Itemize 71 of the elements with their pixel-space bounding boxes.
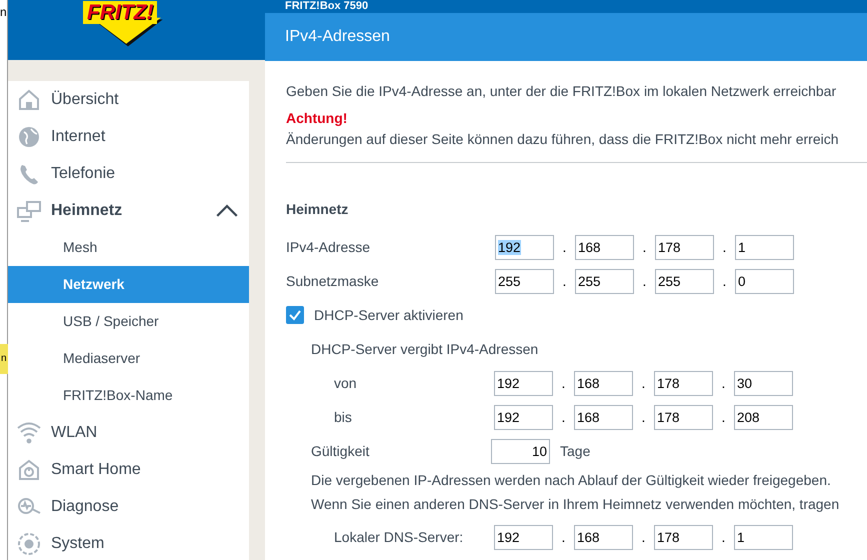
intro-text: Geben Sie die IPv4-Adresse an, unter der die FRITZ!Box im lokalen Netzwerk erreichbar	[286, 82, 838, 101]
dot-separator: .	[642, 238, 648, 256]
warning-label: Achtung!	[286, 109, 348, 128]
dot-separator: .	[562, 238, 568, 256]
input-field[interactable]: 208	[734, 404, 793, 430]
sidebar-item[interactable]: Übersicht	[8, 81, 249, 118]
page-title: FRITZ!Box 7590	[285, 0, 368, 12]
input-field[interactable]: 1	[735, 234, 794, 260]
input-field[interactable]: 192	[495, 234, 554, 260]
checkbox-label: DHCP-Server aktivieren	[314, 306, 464, 324]
dot-separator: .	[722, 272, 728, 290]
field-label: IPv4-Adresse	[286, 238, 372, 256]
dot-separator: .	[640, 374, 646, 392]
dot-separator: .	[722, 238, 728, 256]
field-label: Lokaler DNS-Server:	[334, 528, 464, 546]
sidebar-item[interactable]: Internet	[8, 118, 249, 155]
sidebar-subitem[interactable]: Mesh	[8, 229, 249, 266]
dot-separator: .	[720, 374, 726, 392]
warning-text: Änderungen auf dieser Seite können dazu führen, dass die FRITZ!Box nicht mehr erreich	[286, 130, 840, 149]
dot-separator: .	[560, 374, 566, 392]
sidebar-subitem[interactable]: FRITZ!Box-Name	[8, 377, 249, 414]
input-field[interactable]: 30	[734, 370, 793, 396]
panel-title: IPv4-Adressen	[265, 13, 867, 61]
sidebar-item[interactable]: Heimnetz	[8, 192, 249, 229]
sidebar-subitem[interactable]: Mediaserver	[8, 340, 249, 377]
dot-separator: .	[720, 408, 726, 426]
sidebar-item[interactable]: WLAN	[8, 414, 249, 451]
input-field[interactable]: 255	[655, 268, 714, 294]
subsection-text: DHCP-Server vergibt IPv4-Adressen	[311, 340, 538, 359]
input-field[interactable]: 178	[654, 404, 713, 430]
sidebar-subitem[interactable]: USB / Speicher	[8, 303, 249, 340]
field-label: von	[334, 374, 358, 392]
sidebar-item[interactable]: Smart Home	[8, 451, 249, 488]
unit-label: Tage	[560, 442, 590, 461]
note-text: Die vergebenen IP-Adressen werden nach Ablauf der Gültigkeit wieder freigegeben.	[311, 470, 831, 490]
input-field[interactable]: 255	[575, 268, 634, 294]
dot-separator: .	[560, 528, 566, 546]
sidebar-item[interactable]: System	[8, 525, 249, 560]
input-field[interactable]: 178	[655, 234, 714, 260]
dot-separator: .	[562, 272, 568, 290]
wifi-icon	[16, 420, 42, 446]
dot-separator: .	[720, 528, 726, 546]
input-field[interactable]: 168	[574, 370, 633, 396]
section-heading: Heimnetz	[286, 200, 350, 219]
input-field[interactable]: 168	[574, 524, 633, 550]
input-field[interactable]: 168	[574, 404, 633, 430]
logo-text: FRITZ!	[83, 1, 158, 24]
sidebar-item[interactable]: Diagnose	[8, 488, 249, 525]
window-text: n	[0, 6, 7, 18]
selected-text: 192	[498, 240, 521, 254]
input-field[interactable]: 0	[735, 268, 794, 294]
field-label: Gültigkeit	[311, 442, 370, 461]
dot-separator: .	[640, 528, 646, 546]
input-field[interactable]: 192	[494, 524, 553, 550]
dot-separator: .	[642, 272, 648, 290]
field-label: bis	[334, 408, 353, 426]
input-field[interactable]: 178	[654, 524, 713, 550]
checkbox[interactable]	[286, 306, 304, 324]
input-field[interactable]: 168	[575, 234, 634, 260]
input-field[interactable]: 192	[494, 370, 553, 396]
note-text: Wenn Sie einen anderen DNS-Server in Ihrem Heimnetz verwenden möchten, tragen	[311, 494, 840, 514]
input-field[interactable]: 10	[491, 438, 550, 464]
input-field[interactable]: 192	[494, 404, 553, 430]
input-field[interactable]: 178	[654, 370, 713, 396]
dot-separator: .	[640, 408, 646, 426]
input-field[interactable]: 255	[495, 268, 554, 294]
dot-separator: .	[560, 408, 566, 426]
sidebar-item[interactable]: Telefonie	[8, 155, 249, 192]
tooltip: n	[0, 344, 8, 374]
input-field[interactable]: 1	[734, 524, 793, 550]
field-label: Subnetzmaske	[286, 272, 380, 290]
